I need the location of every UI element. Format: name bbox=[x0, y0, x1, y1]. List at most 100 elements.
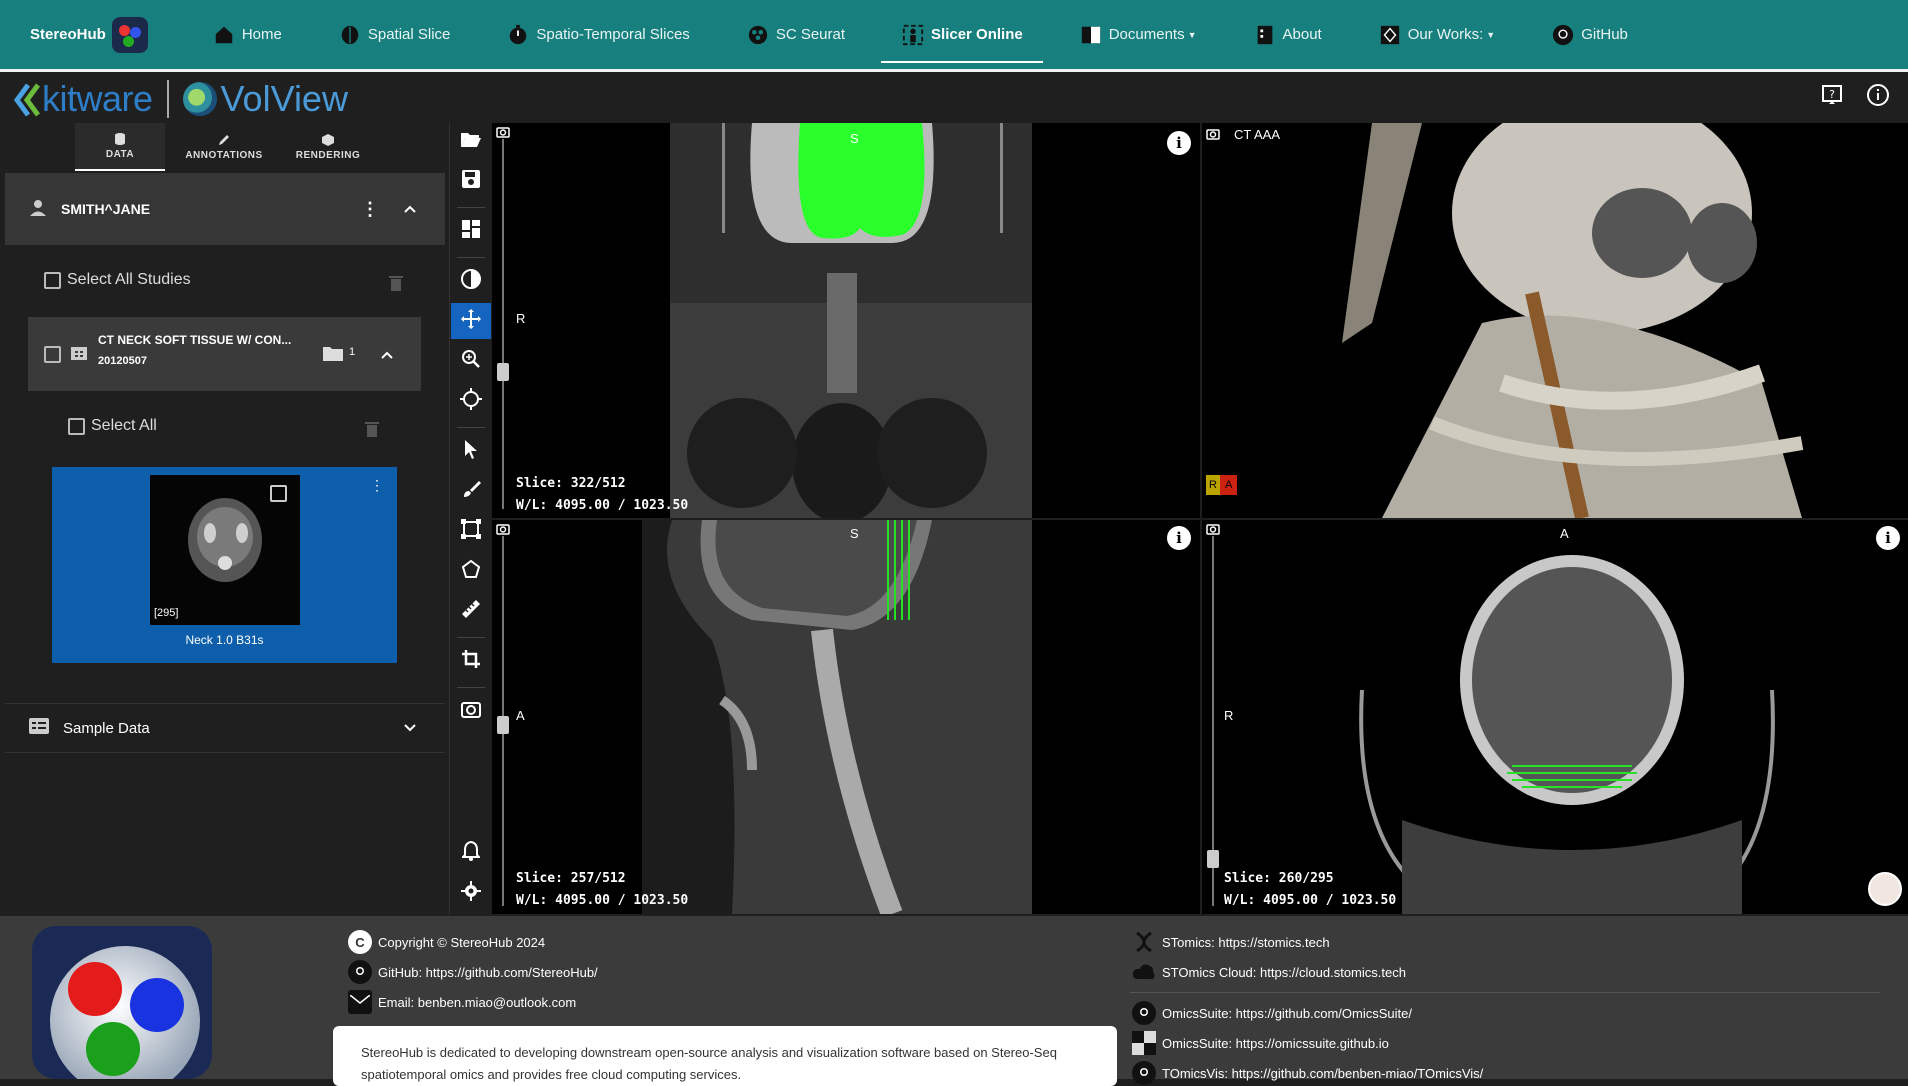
footer-stomics-cloud-link[interactable]: STOmics Cloud: https://cloud.stomics.tec… bbox=[1132, 960, 1406, 984]
paint-tool[interactable] bbox=[451, 473, 491, 509]
volume-3d-viewport[interactable]: CT AAA R A bbox=[1202, 123, 1908, 518]
tab-data[interactable]: DATA bbox=[75, 123, 165, 171]
nav-spatio-temporal[interactable]: Spatio-Temporal Slices bbox=[478, 0, 717, 71]
more-vert-icon[interactable]: ⋮ bbox=[361, 199, 379, 220]
slice-readout: Slice: 260/295 bbox=[1224, 871, 1334, 886]
notifications-tool[interactable] bbox=[451, 835, 491, 871]
nav-about[interactable]: About bbox=[1225, 0, 1350, 71]
footer-stomics-link[interactable]: STomics: https://stomics.tech bbox=[1132, 930, 1330, 954]
select-all-series-label: Select All bbox=[91, 417, 157, 434]
camera-icon[interactable] bbox=[496, 522, 512, 536]
footer-github-link[interactable]: GitHub: https://github.com/StereoHub/ bbox=[348, 960, 598, 984]
info-icon[interactable]: i bbox=[1876, 526, 1900, 550]
nav-our-works[interactable]: Our Works: ▼ bbox=[1350, 0, 1524, 71]
nav-slicer-online[interactable]: Slicer Online bbox=[873, 0, 1051, 71]
about-info-icon[interactable] bbox=[1866, 83, 1890, 112]
tab-annotations[interactable]: ANNOTATIONS bbox=[179, 123, 269, 171]
crosshair-icon bbox=[460, 387, 482, 415]
select-all-series[interactable]: Select All bbox=[68, 417, 157, 435]
slice-slider[interactable] bbox=[502, 139, 504, 509]
footer-description: StereoHub is dedicated to developing dow… bbox=[333, 1026, 1117, 1086]
pan-tool[interactable] bbox=[451, 303, 491, 339]
series-card[interactable]: [295] ⋮ Neck 1.0 B31s bbox=[52, 467, 397, 663]
footer-omicssuite-github-link[interactable]: OmicsSuite: https://github.com/OmicsSuit… bbox=[1132, 1001, 1412, 1025]
study-checkbox[interactable] bbox=[44, 346, 61, 363]
crop-tool[interactable] bbox=[451, 643, 491, 679]
study-date: 20120507 bbox=[98, 355, 147, 367]
chevron-up-icon[interactable] bbox=[403, 201, 417, 217]
bell-icon bbox=[460, 840, 482, 866]
nav-label: SC Seurat bbox=[775, 26, 846, 43]
zoom-icon bbox=[461, 349, 481, 374]
select-tool[interactable] bbox=[451, 433, 491, 469]
polygon-tool[interactable] bbox=[451, 553, 491, 589]
cursor-icon bbox=[462, 439, 480, 464]
sagittal-image bbox=[642, 520, 1032, 914]
nav-label: Documents bbox=[1108, 26, 1185, 43]
brand[interactable]: StereoHub bbox=[30, 16, 148, 53]
footer-omicssuite-io-link[interactable]: OmicsSuite: https://omicssuite.github.io bbox=[1132, 1031, 1389, 1055]
folder-open-icon bbox=[460, 130, 482, 153]
tab-rendering[interactable]: RENDERING bbox=[283, 123, 373, 171]
footer-email-link[interactable]: Email: benben.miao@outlook.com bbox=[348, 990, 576, 1014]
info-icon[interactable]: i bbox=[1167, 131, 1191, 155]
kitware-logo: kitware bbox=[13, 78, 153, 120]
cells-icon bbox=[746, 23, 770, 47]
select-all-studies-checkbox[interactable] bbox=[44, 271, 61, 289]
contrast-icon bbox=[461, 268, 481, 294]
camera-icon[interactable] bbox=[1206, 522, 1222, 536]
github-icon bbox=[1551, 23, 1575, 47]
gear-icon bbox=[461, 880, 481, 906]
nav-documents[interactable]: Documents ▼ bbox=[1051, 0, 1225, 71]
patient-header[interactable]: SMITH^JANE ⋮ bbox=[5, 173, 445, 245]
axial-viewport[interactable]: A R i Slice: 260/295 W/L: 4095.00 / 1023… bbox=[1202, 520, 1908, 914]
delete-icon[interactable] bbox=[388, 274, 404, 297]
nav-label: GitHub bbox=[1581, 26, 1628, 43]
series-checkbox[interactable] bbox=[270, 485, 287, 502]
open-folder-tool[interactable] bbox=[451, 123, 491, 159]
zoom-tool[interactable] bbox=[451, 343, 491, 379]
sagittal-viewport[interactable]: S A i Slice: 257/512 W/L: 4095.00 / 1023… bbox=[492, 520, 1200, 914]
avatar[interactable] bbox=[1868, 872, 1902, 906]
nav-label: About bbox=[1282, 26, 1322, 43]
crosshairs-tool[interactable] bbox=[451, 383, 491, 419]
orientation-cube[interactable]: R A bbox=[1206, 475, 1238, 495]
window-level-tool[interactable] bbox=[451, 263, 491, 299]
volview-logo: VolView bbox=[182, 78, 348, 120]
nav-label: Slicer Online bbox=[931, 26, 1023, 43]
more-vert-icon[interactable]: ⋮ bbox=[370, 477, 384, 494]
slice-slider-handle[interactable] bbox=[497, 363, 509, 381]
camera-icon[interactable] bbox=[496, 125, 512, 139]
footer-tomicsvis-link[interactable]: TOmicsVis: https://github.com/benben-mia… bbox=[1132, 1061, 1483, 1085]
description-text: StereoHub is dedicated to developing dow… bbox=[361, 1045, 1057, 1082]
nav-home[interactable]: Home bbox=[184, 0, 310, 71]
settings-tool[interactable] bbox=[451, 875, 491, 911]
sample-data-section[interactable]: Sample Data bbox=[5, 703, 445, 753]
reset-view-tool[interactable] bbox=[451, 693, 491, 729]
rectangle-tool[interactable] bbox=[451, 513, 491, 549]
nav-github[interactable]: GitHub bbox=[1523, 0, 1656, 71]
chevron-up-icon[interactable] bbox=[380, 347, 394, 365]
ruler-tool[interactable] bbox=[451, 593, 491, 629]
person-icon bbox=[29, 199, 47, 220]
footer-copyright: C Copyright © StereoHub 2024 bbox=[348, 930, 545, 954]
delete-icon[interactable] bbox=[364, 420, 380, 443]
camera-icon[interactable] bbox=[1206, 127, 1222, 141]
slice-slider-handle[interactable] bbox=[497, 716, 509, 734]
study-card[interactable]: CT NECK SOFT TISSUE W/ CON... 20120507 1 bbox=[28, 317, 421, 391]
nav-spatial-slice[interactable]: Spatial Slice bbox=[310, 0, 479, 71]
home-icon bbox=[212, 23, 236, 47]
chevron-down-icon[interactable] bbox=[403, 720, 417, 737]
layout-tool[interactable] bbox=[451, 213, 491, 249]
sample-data-label: Sample Data bbox=[63, 719, 150, 737]
info-icon[interactable]: i bbox=[1167, 526, 1191, 550]
slice-slider-handle[interactable] bbox=[1207, 850, 1219, 868]
help-icon[interactable]: ? bbox=[1820, 83, 1844, 112]
select-all-studies[interactable]: Select All Studies bbox=[44, 271, 191, 289]
window-level-readout: W/L: 4095.00 / 1023.50 bbox=[516, 498, 689, 513]
select-all-series-checkbox[interactable] bbox=[68, 417, 85, 435]
cloud-icon bbox=[1132, 960, 1156, 984]
nav-sc-seurat[interactable]: SC Seurat bbox=[718, 0, 873, 71]
coronal-viewport[interactable]: S R i Slice: 322/512 W/L: 4095.00 / 1023… bbox=[492, 123, 1200, 518]
save-tool[interactable] bbox=[451, 163, 491, 199]
